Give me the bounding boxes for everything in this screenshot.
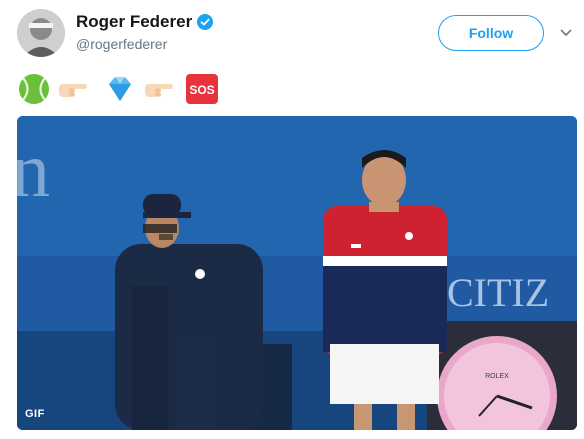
avatar[interactable] <box>17 9 65 57</box>
display-name[interactable]: Roger Federer <box>76 12 192 32</box>
pointing-right-emoji <box>145 84 173 97</box>
user-handle[interactable]: @rogerfederer <box>76 36 167 52</box>
clock-brand: ROLEX <box>485 373 509 380</box>
tennis-ball-emoji <box>19 74 49 104</box>
chevron-down-icon[interactable] <box>560 27 572 39</box>
tweet-media-gif[interactable]: n CITIZ ROLEX GIF <box>17 116 577 430</box>
gem-emoji <box>109 77 131 101</box>
follow-button[interactable]: Follow <box>438 15 544 51</box>
sos-emoji: SOS <box>186 74 218 104</box>
tweet-header: Roger Federer @rogerfederer Follow <box>0 0 584 64</box>
courtside-clock: ROLEX <box>427 321 577 430</box>
wall-text-left: n <box>17 126 50 213</box>
verified-badge-icon <box>197 14 213 30</box>
pointing-right-emoji <box>59 84 87 97</box>
sos-label: SOS <box>189 83 214 97</box>
wall-text-right: CITIZ <box>447 270 549 315</box>
gif-badge: GIF <box>25 408 45 420</box>
gif-frame: n CITIZ ROLEX <box>17 116 577 430</box>
